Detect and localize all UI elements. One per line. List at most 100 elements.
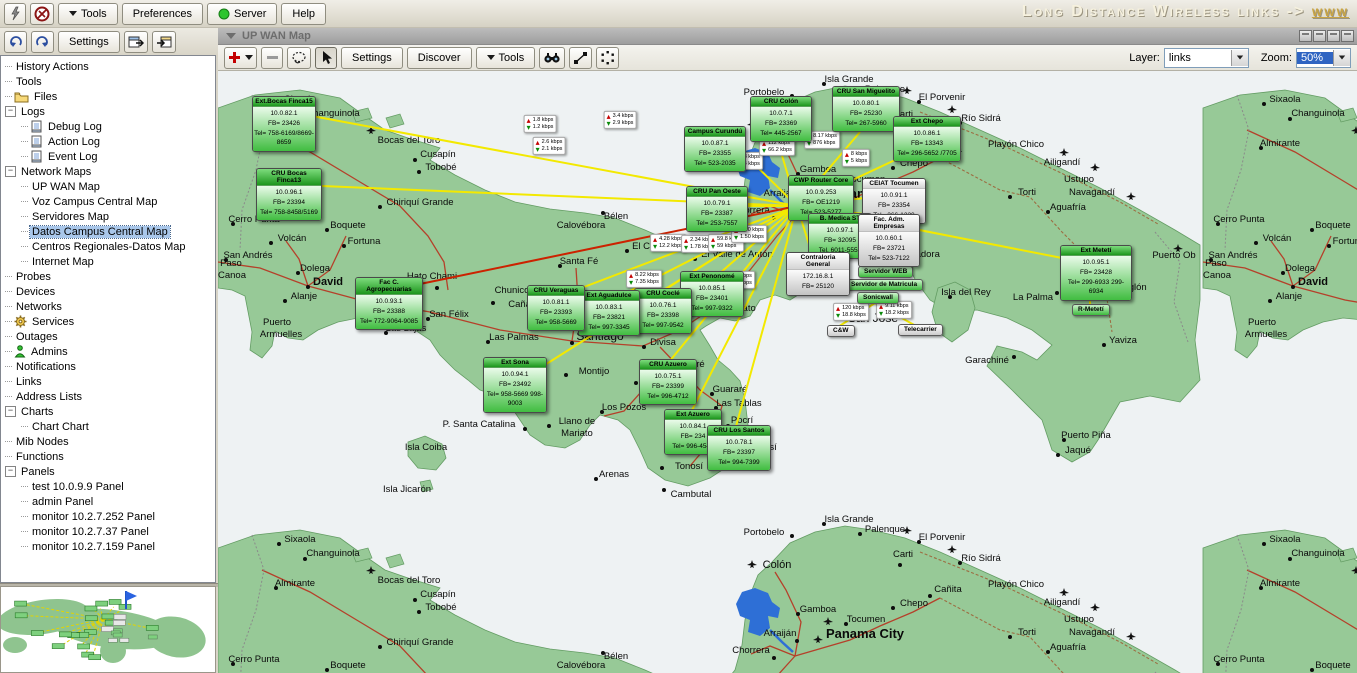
sidebar-item-voz-campus-central-map[interactable]: Voz Campus Central Map <box>21 194 215 209</box>
sidebar-item-up-wan-map[interactable]: UP WAN Map <box>21 179 215 194</box>
sidebar-item-network-maps[interactable]: −Network Maps <box>5 164 215 179</box>
tools-menu[interactable]: Tools <box>58 3 118 25</box>
device-node-ext-chepo[interactable]: Ext Chepo10.0.86.1FB= 13343Tel= 296-5652… <box>893 116 961 162</box>
sidebar-item-devices[interactable]: Devices <box>5 284 215 299</box>
device-node-telecarrier[interactable]: Telecarrier <box>898 324 943 336</box>
flash-button[interactable] <box>4 3 26 25</box>
sidebar-item-notifications[interactable]: Notifications <box>5 359 215 374</box>
sidebar-item-networks[interactable]: Networks <box>5 299 215 314</box>
link-traffic-label[interactable]: 8 kbps5 kbps <box>842 149 870 167</box>
sidebar-item-servidores-map[interactable]: Servidores Map <box>21 209 215 224</box>
export-window-button[interactable] <box>124 31 148 53</box>
device-node-cru-veraguas[interactable]: CRU Veraguas10.0.81.1FB= 23393Tel= 958-5… <box>527 285 585 331</box>
sidebar-item-test-10-0-9-9-panel[interactable]: test 10.0.9.9 Panel <box>21 479 215 494</box>
redo-button[interactable] <box>31 31 54 53</box>
sidebar-item-admin-panel[interactable]: admin Panel <box>21 494 215 509</box>
device-node-ext-metet-[interactable]: Ext Metetí10.0.95.1FB= 23428Tel= 299-693… <box>1060 245 1132 301</box>
device-node-c-w[interactable]: C&W <box>827 325 855 337</box>
link-tool-button[interactable] <box>569 47 592 69</box>
device-node-ext-sona[interactable]: Ext Sona10.0.94.1FB= 23492Tel= 958-5669 … <box>483 357 547 413</box>
expander-icon[interactable]: − <box>5 106 16 117</box>
remove-button[interactable] <box>261 47 283 69</box>
device-node-cru-col-n[interactable]: CRU Colón10.0.7.1FB= 23369Tel= 445-2567 <box>750 96 812 142</box>
sidebar-item-debug-log[interactable]: Debug Log <box>21 119 215 134</box>
device-node-sonicwall[interactable]: Sonicwall <box>857 292 899 304</box>
disconnect-button[interactable] <box>30 3 54 25</box>
preferences-button[interactable]: Preferences <box>122 3 203 25</box>
lasso-button[interactable] <box>287 47 311 69</box>
device-node-cru-bocas-finca13[interactable]: CRU Bocas Finca1310.0.96.1FB= 23394Tel= … <box>256 168 322 221</box>
sidebar-item-action-log[interactable]: Action Log <box>21 134 215 149</box>
sidebar-item-outages[interactable]: Outages <box>5 329 215 344</box>
zoom-dropdown-icon[interactable] <box>1333 50 1350 66</box>
device-node-contraloria-general[interactable]: Contraloria General172.16.8.1FB= 25120 <box>786 252 850 296</box>
help-button[interactable]: Help <box>281 3 326 25</box>
network-map[interactable]: SixaolaChanguinolaBocas del ToroAlmirant… <box>218 71 1357 673</box>
sidebar-item-logs[interactable]: −Logs <box>5 104 215 119</box>
link-traffic-label[interactable]: 8.22 kbps7.35 kbps <box>626 270 662 288</box>
sidebar-item-files[interactable]: Files <box>5 89 215 104</box>
link-traffic-label[interactable]: 120 kbps18.8 kbps <box>833 303 869 321</box>
device-node-fac-c-agropecuarias[interactable]: Fac C. Agropecuarias10.0.93.1FB= 23388Te… <box>355 277 423 330</box>
brand-www-link[interactable]: www <box>1312 3 1349 20</box>
discover-button[interactable]: Discover <box>407 47 472 69</box>
device-node-servidor-de-matricula[interactable]: Servidor de Matricula <box>845 279 923 291</box>
sidebar-item-charts[interactable]: −Charts <box>5 404 215 419</box>
link-traffic-label[interactable]: 1.8 kbps1.2 kbps <box>524 115 557 133</box>
pointer-button[interactable] <box>315 47 337 69</box>
selection-tool-button[interactable] <box>596 47 619 69</box>
find-button[interactable] <box>539 47 565 69</box>
device-node-servidor-web[interactable]: Servidor WEB <box>858 266 913 278</box>
sidebar-item-monitor-10-2-7-37-panel[interactable]: monitor 10.2.7.37 Panel <box>21 524 215 539</box>
link-traffic-label[interactable]: 3.4 kbps2.9 kbps <box>604 111 637 129</box>
device-node-cru-pan-oeste[interactable]: CRU Pan Oeste10.0.79.1FB= 23387Tel= 253-… <box>686 186 748 232</box>
sidebar-item-panels[interactable]: −Panels <box>5 464 215 479</box>
sidebar-item-history-actions[interactable]: History Actions <box>5 59 215 74</box>
sidebar-item-mib-nodes[interactable]: Mib Nodes <box>5 434 215 449</box>
sidebar-item-event-log[interactable]: Event Log <box>21 149 215 164</box>
sidebar-item-chart-chart[interactable]: Chart Chart <box>21 419 215 434</box>
layer-dropdown-icon[interactable] <box>1231 50 1248 66</box>
sidebar-item-monitor-10-2-7-252-panel[interactable]: monitor 10.2.7.252 Panel <box>21 509 215 524</box>
sidebar-item-centros-regionales-datos-map[interactable]: Centros Regionales-Datos Map <box>21 239 215 254</box>
layout-1-button[interactable] <box>1299 30 1312 42</box>
sidebar-item-address-lists[interactable]: Address Lists <box>5 389 215 404</box>
server-button[interactable]: Server <box>207 3 277 25</box>
expander-icon[interactable]: − <box>5 466 16 477</box>
sidebar-item-monitor-10-2-7-159-panel[interactable]: monitor 10.2.7.159 Panel <box>21 539 215 554</box>
zoom-select[interactable]: 50% <box>1296 48 1351 68</box>
map-settings-button[interactable]: Settings <box>341 47 403 69</box>
map-tools-menu[interactable]: Tools <box>476 47 536 69</box>
settings-button[interactable]: Settings <box>58 31 120 53</box>
sidebar-item-probes[interactable]: Probes <box>5 269 215 284</box>
device-node-r-metet-[interactable]: R-Metetí <box>1072 304 1110 316</box>
sidebar-item-functions[interactable]: Functions <box>5 449 215 464</box>
sidebar-item-services[interactable]: Services <box>5 314 215 329</box>
overview-minimap[interactable] <box>0 586 216 673</box>
map-tab-header[interactable]: UP WAN Map <box>218 28 1357 45</box>
device-node-cru-los-santos[interactable]: CRU Los Santos10.0.78.1FB= 23397Tel= 994… <box>707 425 771 471</box>
link-traffic-label[interactable]: 2.6 kbps2.1 kbps <box>533 137 566 155</box>
expander-icon[interactable]: − <box>5 406 16 417</box>
sidebar-item-datos-campus-central-map[interactable]: Datos Campus Central Map <box>21 224 215 239</box>
layer-select[interactable]: links <box>1164 48 1249 68</box>
sidebar-item-links[interactable]: Links <box>5 374 215 389</box>
collapse-icon[interactable] <box>226 33 236 39</box>
maximize-button[interactable] <box>1341 30 1354 42</box>
device-node-campus-curund-[interactable]: Campus Curundú10.0.87.1FB= 23355Tel= 523… <box>684 126 746 172</box>
device-node-ext-aguadulce[interactable]: Ext Aguadulce10.0.83.1FB= 23821Tel= 997-… <box>578 290 640 336</box>
minimize-button[interactable] <box>1327 30 1340 42</box>
sidebar-item-tools[interactable]: Tools <box>5 74 215 89</box>
device-node-fac-adm-empresas[interactable]: Fac. Adm. Empresas10.0.60.1FB= 23721Tel=… <box>858 214 920 267</box>
sidebar-item-internet-map[interactable]: Internet Map <box>21 254 215 269</box>
device-node-cru-azuero[interactable]: CRU Azuero10.0.75.1FB= 23399Tel= 996-471… <box>639 359 697 405</box>
expander-icon[interactable]: − <box>5 166 16 177</box>
sidebar-item-admins[interactable]: Admins <box>5 344 215 359</box>
add-button[interactable] <box>224 47 257 69</box>
layout-2-button[interactable] <box>1313 30 1326 42</box>
device-node-ext-bocas-finca15[interactable]: Ext.Bocas Finca1510.0.82.1FB= 23426Tel= … <box>252 96 316 152</box>
device-node-cru-cocl-[interactable]: CRU Coclé10.0.76.1FB= 23398Tel= 997-9542 <box>634 288 692 334</box>
undo-button[interactable] <box>4 31 27 53</box>
device-node-cru-san-miguelito[interactable]: CRU San Miguelito10.0.80.1FB= 25230Tel= … <box>832 86 900 132</box>
import-window-button[interactable] <box>152 31 176 53</box>
